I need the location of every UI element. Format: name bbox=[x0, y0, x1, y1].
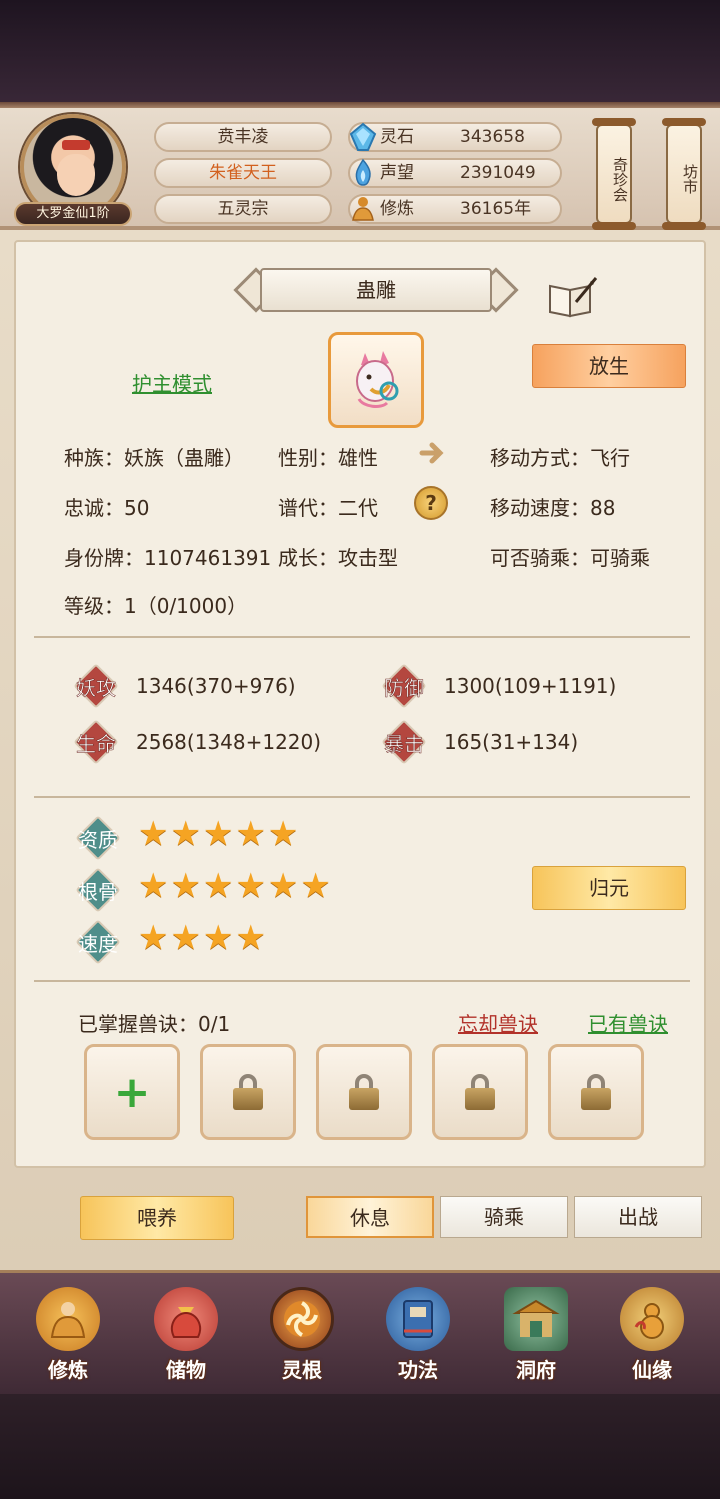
treasure-bag-icon bbox=[154, 1287, 218, 1351]
aptitude-stars: ★★★★★ bbox=[138, 814, 301, 854]
triskelion-icon bbox=[270, 1287, 334, 1351]
reset-button[interactable]: 归元 bbox=[532, 866, 686, 910]
divider bbox=[34, 980, 690, 982]
shop-treasure-scroll[interactable]: 奇珍会 bbox=[592, 118, 636, 230]
skill-slot-locked[interactable] bbox=[200, 1044, 296, 1140]
tab-rest[interactable]: 休息 bbox=[306, 1196, 434, 1238]
pet-detail-panel: 蛊雕 护主模式 放生 种族：妖族（蛊雕） 性别：雄性 移动方式：飞行 忠诚：50 bbox=[14, 240, 706, 1168]
info-id-tag: 身份牌：1107461391 bbox=[64, 546, 272, 570]
resource-spirit-stone: 灵石 343658 bbox=[348, 122, 562, 152]
pet-portrait[interactable] bbox=[328, 332, 424, 428]
stat-badge-hp: 生命 bbox=[73, 719, 119, 765]
resource-reputation: 声望 2391049 bbox=[348, 158, 562, 188]
release-button[interactable]: 放生 bbox=[532, 344, 686, 388]
top-decor-band bbox=[0, 0, 720, 108]
avatar-face bbox=[57, 154, 95, 196]
owned-skills-link[interactable]: 已有兽诀 bbox=[588, 1008, 668, 1037]
info-move-type: 移动方式：飞行 bbox=[490, 446, 630, 470]
lock-icon bbox=[349, 1074, 379, 1110]
stat-defense-value: 1300(109+1191) bbox=[444, 674, 617, 698]
rank-badge: 大罗金仙1阶 bbox=[14, 202, 132, 226]
spirit-stone-icon bbox=[346, 120, 380, 154]
feed-button[interactable]: 喂养 bbox=[80, 1196, 234, 1240]
nav-storage[interactable]: 储物 bbox=[136, 1281, 236, 1389]
bottom-nav: 修炼 储物 灵根 功法 洞府 仙缘 bbox=[0, 1270, 720, 1394]
meditation-icon bbox=[346, 192, 380, 226]
stat-attack-value: 1346(370+976) bbox=[136, 674, 296, 698]
tab-ride[interactable]: 骑乘 bbox=[440, 1196, 568, 1238]
info-rideable: 可否骑乘：可骑乘 bbox=[490, 546, 650, 570]
stat-crit-value: 165(31+134) bbox=[444, 730, 579, 754]
skill-slot-locked[interactable] bbox=[432, 1044, 528, 1140]
book-quill-icon[interactable] bbox=[546, 276, 598, 329]
info-growth: 成长：攻击型 bbox=[278, 546, 398, 570]
pet-name-plate: 蛊雕 bbox=[233, 266, 519, 314]
nav-techniques[interactable]: 功法 bbox=[368, 1281, 468, 1389]
divider bbox=[34, 636, 690, 638]
lock-icon bbox=[581, 1074, 611, 1110]
skill-slot-add[interactable]: + bbox=[84, 1044, 180, 1140]
gourd-icon bbox=[620, 1287, 684, 1351]
divider bbox=[34, 796, 690, 798]
player-title: 朱雀天王 bbox=[154, 158, 332, 188]
nav-cave-dwelling[interactable]: 洞府 bbox=[486, 1281, 586, 1389]
reputation-flame-icon bbox=[346, 156, 380, 190]
nav-cultivate[interactable]: 修炼 bbox=[18, 1281, 118, 1389]
info-loyalty: 忠诚：50 bbox=[64, 496, 150, 520]
info-race: 种族：妖族（蛊雕） bbox=[64, 446, 244, 470]
quality-badge-speed: 速度 bbox=[75, 919, 121, 965]
guard-mode-link[interactable]: 护主模式 bbox=[132, 368, 212, 397]
plus-icon: + bbox=[113, 1066, 151, 1118]
avatar-crown bbox=[62, 140, 90, 150]
quality-badge-bone: 根骨 bbox=[75, 867, 121, 913]
pet-name: 蛊雕 bbox=[260, 268, 492, 312]
forget-skill-link[interactable]: 忘却兽诀 bbox=[458, 1008, 538, 1037]
bone-stars: ★★★★★★ bbox=[138, 866, 333, 906]
speed-stars: ★★★★ bbox=[138, 918, 268, 958]
scripture-book-icon bbox=[386, 1287, 450, 1351]
meditating-monk-icon bbox=[36, 1287, 100, 1351]
lock-icon bbox=[465, 1074, 495, 1110]
shop-market-scroll[interactable]: 坊市 bbox=[662, 118, 706, 230]
skill-slot-locked[interactable] bbox=[548, 1044, 644, 1140]
skills-mastered-count: 已掌握兽诀：0/1 bbox=[78, 1012, 231, 1036]
tab-battle[interactable]: 出战 bbox=[574, 1196, 702, 1238]
player-sect: 五灵宗 bbox=[154, 194, 332, 224]
stat-badge-crit: 暴击 bbox=[381, 719, 427, 765]
help-question-icon[interactable]: ? bbox=[414, 486, 448, 520]
resource-cultivation: 修炼 36165年 bbox=[348, 194, 562, 224]
lock-icon bbox=[233, 1074, 263, 1110]
quality-badge-aptitude: 资质 bbox=[75, 815, 121, 861]
nav-spirit-root[interactable]: 灵根 bbox=[252, 1281, 352, 1389]
gender-switch-icon[interactable] bbox=[414, 436, 448, 470]
pet-detail-area: 蛊雕 护主模式 放生 种族：妖族（蛊雕） 性别：雄性 移动方式：飞行 忠诚：50 bbox=[0, 230, 720, 1270]
skill-slot-locked[interactable] bbox=[316, 1044, 412, 1140]
palace-icon bbox=[504, 1287, 568, 1351]
pet-creature-icon bbox=[356, 351, 399, 408]
stat-hp-value: 2568(1348+1220) bbox=[136, 730, 322, 754]
info-move-speed: 移动速度：88 bbox=[490, 496, 616, 520]
info-gender: 性别：雄性 bbox=[278, 446, 378, 470]
stat-badge-defense: 防御 bbox=[381, 663, 427, 709]
stat-badge-attack: 妖攻 bbox=[73, 663, 119, 709]
player-name: 贲丰凌 bbox=[154, 122, 332, 152]
info-generation: 谱代：二代 bbox=[278, 496, 378, 520]
nav-immortal-fate[interactable]: 仙缘 bbox=[602, 1281, 702, 1389]
bottom-decor-band bbox=[0, 1394, 720, 1499]
info-level: 等级：1（0/1000） bbox=[64, 594, 248, 618]
player-header: 大罗金仙1阶 贲丰凌 朱雀天王 五灵宗 灵石 343658 声望 2391049… bbox=[0, 108, 720, 230]
